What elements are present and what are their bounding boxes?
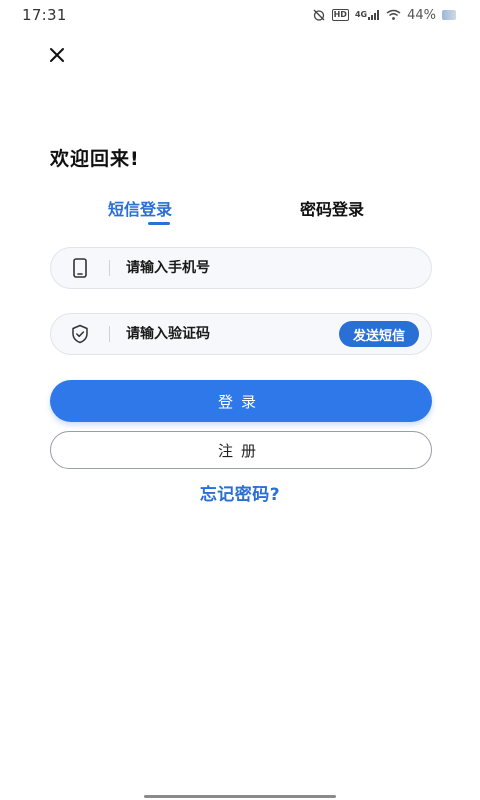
welcome-title: 欢迎回来! <box>50 148 140 170</box>
status-icons: HD 4G 44% <box>312 8 456 23</box>
close-button[interactable] <box>44 42 70 68</box>
register-button[interactable]: 注册 <box>50 431 432 469</box>
tab-password-login[interactable]: 密码登录 <box>300 196 364 220</box>
battery-icon <box>442 10 456 20</box>
network-label: 4G <box>354 10 368 19</box>
code-field: 发送短信 <box>50 313 432 355</box>
phone-field <box>50 247 432 289</box>
field-divider <box>109 260 110 276</box>
signal-4g-icon: 4G <box>355 10 380 20</box>
active-tab-indicator <box>148 222 170 225</box>
close-icon <box>50 48 64 62</box>
send-sms-button[interactable]: 发送短信 <box>338 321 419 347</box>
status-time: 17:31 <box>22 6 67 24</box>
phone-input[interactable] <box>126 260 431 276</box>
forgot-password-link[interactable]: 忘记密码? <box>0 480 480 505</box>
phone-icon <box>51 247 109 289</box>
battery-text: 44% <box>407 7 436 23</box>
login-button[interactable]: 登录 <box>50 380 432 422</box>
tab-sms-login[interactable]: 短信登录 <box>108 196 172 220</box>
wifi-icon <box>386 9 401 21</box>
home-indicator[interactable] <box>144 795 336 798</box>
status-bar: 17:31 HD 4G 44% <box>0 0 480 30</box>
alarm-off-icon <box>312 8 326 22</box>
shield-check-icon <box>51 313 109 355</box>
code-input[interactable] <box>126 326 339 342</box>
hd-icon: HD <box>331 9 349 21</box>
login-tabs: 短信登录 密码登录 <box>0 196 480 228</box>
field-divider <box>109 326 110 342</box>
